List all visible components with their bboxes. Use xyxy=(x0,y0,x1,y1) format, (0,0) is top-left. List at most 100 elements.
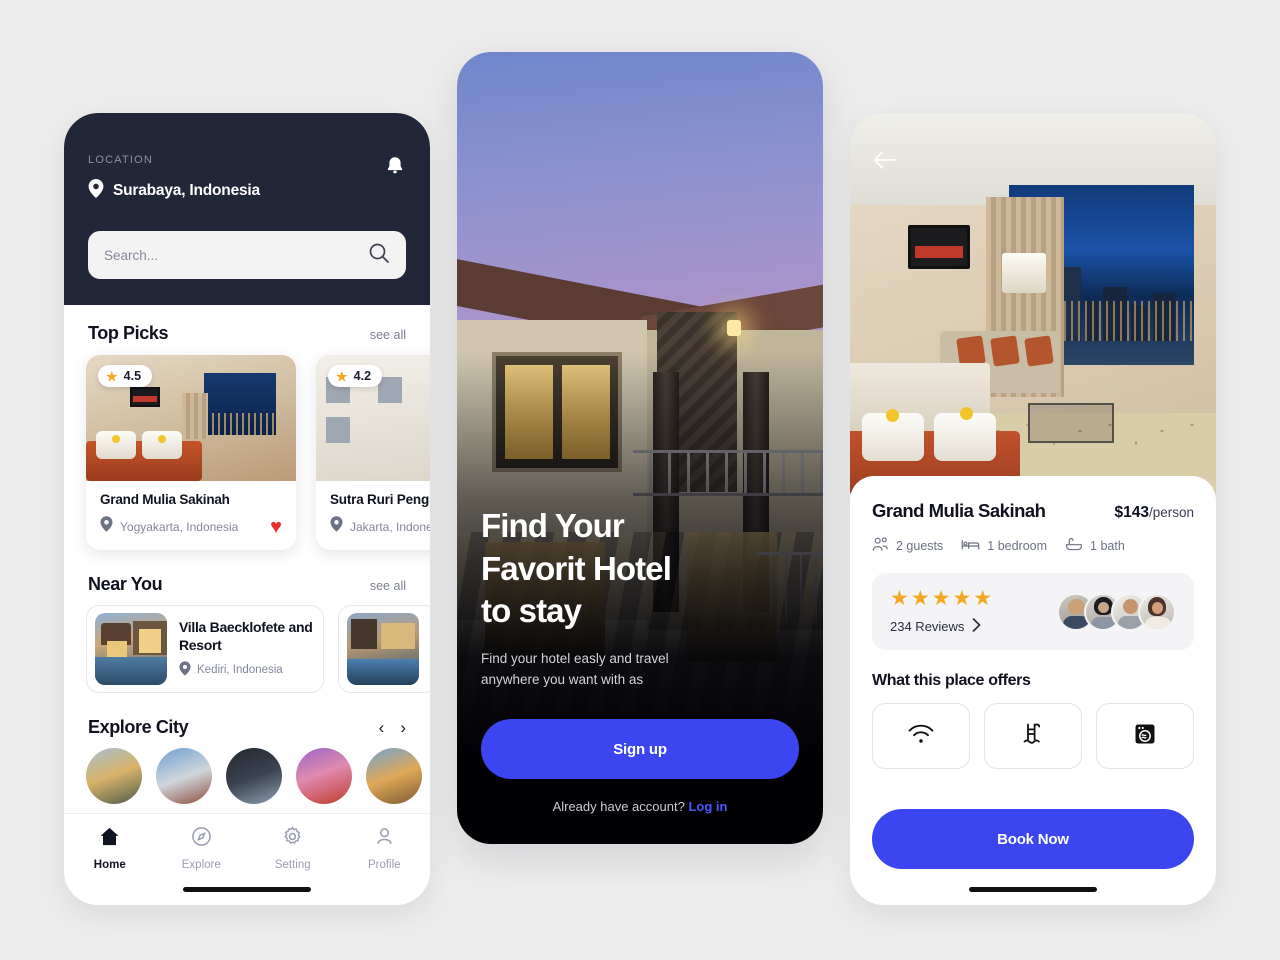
villa-name: Villa Baecklofete and Resort xyxy=(179,619,313,653)
price: $143/person xyxy=(1114,504,1194,522)
spec-bedroom: 1 bedroom xyxy=(961,537,1047,555)
reviews-box[interactable]: ★★★★★ 234 Reviews xyxy=(872,573,1194,650)
back-button[interactable] xyxy=(872,149,898,175)
favorite-heart-icon[interactable]: ♥ xyxy=(270,517,282,537)
star-icon: ★ xyxy=(336,368,348,384)
washer-icon xyxy=(1133,722,1157,751)
spec-bath: 1 bath xyxy=(1065,537,1125,555)
near-you-header: Near You see all xyxy=(64,574,430,595)
map-pin-icon xyxy=(100,516,113,537)
tab-profile[interactable]: Profile xyxy=(339,826,431,871)
reviews-left: ★★★★★ 234 Reviews xyxy=(890,588,994,635)
rating-value: 4.5 xyxy=(123,369,142,383)
city-thumb[interactable] xyxy=(86,748,142,804)
offer-wifi[interactable] xyxy=(872,703,970,769)
tab-setting-label: Setting xyxy=(274,859,311,871)
spec-guests-label: 2 guests xyxy=(896,539,944,553)
map-pin-icon xyxy=(330,516,343,537)
offers-list xyxy=(872,703,1194,769)
home-indicator xyxy=(969,887,1097,892)
detail-title-row: Grand Mulia Sakinah $143/person xyxy=(872,500,1194,522)
rating-value: 4.2 xyxy=(353,369,372,383)
offer-pool[interactable] xyxy=(984,703,1082,769)
explore-city-list xyxy=(64,748,430,804)
near-you-title: Near You xyxy=(88,574,163,594)
detail-specs: 2 guests 1 bedroom 1 bath xyxy=(872,537,1194,555)
person-icon xyxy=(374,826,395,852)
tab-explore-label: Explore xyxy=(181,859,221,871)
explore-city-title: Explore City xyxy=(88,717,189,737)
reviewer-avatars[interactable] xyxy=(1057,592,1176,631)
offer-washer[interactable] xyxy=(1096,703,1194,769)
arrow-left-icon xyxy=(873,151,897,174)
login-prompt: Already have account? Log in xyxy=(481,799,799,814)
offers-title: What this place offers xyxy=(872,672,1031,689)
reviews-link[interactable]: 234 Reviews xyxy=(890,618,994,635)
signup-button[interactable]: Sign up xyxy=(481,719,799,779)
star-rating: ★★★★★ xyxy=(890,587,995,610)
home-icon xyxy=(99,826,120,852)
villa-info: Villa Baecklofete and Resort Kediri, Ind… xyxy=(179,619,315,679)
tab-setting[interactable]: Setting xyxy=(247,826,339,871)
chevron-left-icon[interactable]: ‹ xyxy=(379,719,385,736)
villa-photo xyxy=(95,613,167,685)
search-input[interactable] xyxy=(104,247,345,263)
top-picks-list: ★ 4.5 Grand Mulia Sakinah Yogyakarta, In… xyxy=(64,355,430,550)
bell-icon[interactable] xyxy=(384,155,406,177)
hotel-photo: ★ 4.5 xyxy=(86,355,296,481)
top-picks-see-all[interactable]: see all xyxy=(370,328,406,342)
top-pick-card[interactable]: ★ 4.2 Sutra Ruri Pengi Jakarta, Indone xyxy=(316,355,430,550)
top-picks-header: Top Picks see all xyxy=(64,323,430,344)
rating-badge: ★ 4.2 xyxy=(328,365,383,387)
city-thumb[interactable] xyxy=(366,748,422,804)
chevron-right-icon[interactable]: › xyxy=(400,719,406,736)
home-indicator xyxy=(183,887,311,892)
hotel-card-body: Grand Mulia Sakinah Yogyakarta, Indonesi… xyxy=(86,481,296,550)
city-thumb[interactable] xyxy=(156,748,212,804)
onboarding-subtext: Find your hotel easly and travel anywher… xyxy=(481,651,669,688)
near-you-see-all[interactable]: see all xyxy=(370,579,406,593)
tab-profile-label: Profile xyxy=(367,859,401,871)
login-link[interactable]: Log in xyxy=(688,799,727,814)
villa-city: Kediri, Indonesia xyxy=(197,664,283,676)
near-you-card[interactable]: Villa Baecklofete and Resort Kediri, Ind… xyxy=(86,605,324,693)
hotel-city: Yogyakarta, Indonesia xyxy=(120,519,239,534)
reviews-count-label: 234 Reviews xyxy=(890,619,965,634)
hotel-name: Grand Mulia Sakinah xyxy=(872,500,1046,521)
city-thumb[interactable] xyxy=(296,748,352,804)
near-you-card[interactable] xyxy=(338,605,430,693)
spec-bedroom-label: 1 bedroom xyxy=(987,539,1048,553)
map-pin-icon xyxy=(179,661,191,679)
onboarding-content: Find Your Favorit Hotel to stay Find you… xyxy=(481,505,799,814)
hotel-photo: ★ 4.2 xyxy=(316,355,430,481)
guests-icon xyxy=(872,537,889,555)
city-thumb[interactable] xyxy=(226,748,282,804)
location-selector[interactable]: Surabaya, Indonesia xyxy=(88,179,406,203)
location-value: Surabaya, Indonesia xyxy=(113,182,260,199)
canvas: LOCATION Surabaya, Indonesia Top Picks s… xyxy=(0,0,1280,960)
hotel-name: Sutra Ruri Pengi xyxy=(330,492,430,507)
search-bar[interactable] xyxy=(88,231,406,279)
phone-home-screen: LOCATION Surabaya, Indonesia Top Picks s… xyxy=(64,113,430,905)
room-photo xyxy=(850,113,1216,513)
avatar xyxy=(1138,592,1176,631)
tab-home-label: Home xyxy=(93,859,126,871)
book-now-button[interactable]: Book Now xyxy=(872,809,1194,869)
price-amount: $143 xyxy=(1114,504,1149,521)
login-prompt-text: Already have account? xyxy=(552,799,689,814)
spec-guests: 2 guests xyxy=(872,537,943,555)
search-icon[interactable] xyxy=(368,242,390,269)
villa-photo xyxy=(347,613,419,685)
tab-home[interactable]: Home xyxy=(64,826,156,871)
phone-onboarding-screen: Find Your Favorit Hotel to stay Find you… xyxy=(457,52,823,844)
top-pick-card[interactable]: ★ 4.5 Grand Mulia Sakinah Yogyakarta, In… xyxy=(86,355,296,550)
compass-icon xyxy=(191,826,212,852)
gear-icon xyxy=(282,826,303,852)
rating-badge: ★ 4.5 xyxy=(98,365,153,387)
spec-bath-label: 1 bath xyxy=(1090,539,1125,553)
tab-explore[interactable]: Explore xyxy=(156,826,248,871)
hotel-name: Grand Mulia Sakinah xyxy=(100,492,230,507)
price-unit: /person xyxy=(1148,505,1194,520)
location-label: LOCATION xyxy=(88,154,154,166)
near-you-list: Villa Baecklofete and Resort Kediri, Ind… xyxy=(64,605,430,693)
